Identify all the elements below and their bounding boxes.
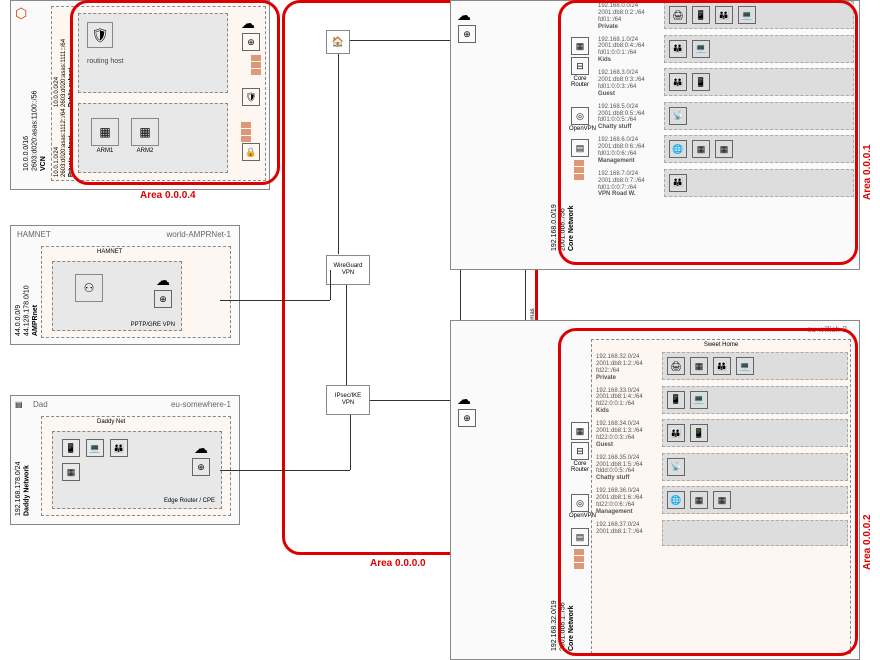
- area-2-label: Area 0.0.0.2: [862, 450, 873, 570]
- router-icon: ⊕: [458, 409, 476, 427]
- vcn-priv-ip: 10.0.1.0/242603:d020:asas:1112::/64: [54, 108, 67, 177]
- area-4-outline: [70, 0, 280, 185]
- dad-box: Daddy Net 📱 💻 👪 ▦ ☁ ⊕ Edge Router / CPE: [41, 416, 231, 516]
- area-1-label: Area 0.0.0.1: [862, 80, 873, 200]
- hamnet-inner: ⚇ ☁ ⊕ PPTP/GRE VPN: [52, 261, 182, 331]
- dad-inner: 📱 💻 👪 ▦ ☁ ⊕ Edge Router / CPE: [52, 431, 222, 509]
- cloud-icon: ☁: [457, 7, 477, 24]
- conn-line: [370, 400, 460, 401]
- vcn-side-label: 10.0.0.0/162603:d020:asas:1100::/56 VCN: [23, 31, 48, 171]
- hamnet-region-label: world-AMPRNet-1: [165, 228, 233, 241]
- laptop-icon: 💻: [86, 439, 104, 457]
- vcn-name: VCN: [40, 156, 47, 171]
- wireguard-box: WireGuardVPN: [326, 255, 370, 285]
- dad-vpn: ☁ ⊕: [191, 440, 211, 477]
- conn-line: [220, 300, 330, 301]
- hamnet-side: 44.0.0.0/944.128.178.0/10 AMPRnet: [15, 256, 40, 336]
- hamnet-vpn: ☁ ⊕: [153, 272, 173, 309]
- router-icon: ⊕: [154, 290, 172, 308]
- hamnet-vpn-label: PPTP/GRE VPN: [131, 322, 175, 328]
- dad-ip: 192.168.178.0/24: [15, 462, 22, 517]
- dad-edge-label: Edge Router / CPE: [164, 498, 215, 504]
- server-icon: ▤: [15, 400, 23, 409]
- dad-region-label: eu-somewhere-1: [169, 398, 233, 411]
- phone-icon: 📱: [62, 439, 80, 457]
- conn-line: [338, 54, 339, 254]
- dad-title: Dad: [31, 398, 50, 411]
- vcn-logo-icon: ⬡: [15, 5, 27, 22]
- people-icon: 👪: [110, 439, 128, 457]
- router-icon: ⊕: [458, 25, 476, 43]
- conn-line: [220, 470, 350, 471]
- dad-region: ▤ Dad eu-somewhere-1 192.168.178.0/24 Da…: [10, 395, 240, 525]
- vcn-pub-ip: 10.0.0.0/242603:d020:asas:1111::/64: [54, 39, 67, 107]
- area-0-label: Area 0.0.0.0: [370, 558, 426, 569]
- hamnet-ip: 44.0.0.0/944.128.178.0/10: [15, 285, 30, 336]
- area-2-outline: [558, 328, 858, 656]
- home1-gateway: ☁ ⊕: [457, 7, 477, 44]
- ipsec-box: IPsec/IKEVPN: [326, 385, 370, 415]
- hamnet-title: HAMNET: [15, 228, 53, 241]
- home-icon-1: 🏠: [326, 30, 350, 54]
- conn-line: [350, 415, 351, 470]
- dad-side: 192.168.178.0/24 Daddy Network: [15, 426, 32, 516]
- area-4-label: Area 0.0.0.4: [140, 190, 196, 201]
- hamnet-box: HAMNET ⚇ ☁ ⊕ PPTP/GRE VPN: [41, 246, 231, 338]
- ipsec-label: IPsec/IKEVPN: [335, 393, 361, 406]
- home2-gateway: ☁ ⊕: [457, 391, 477, 428]
- cloud-icon: ☁: [156, 272, 170, 288]
- network-icon: ⚇: [75, 274, 103, 302]
- cloud-icon: ☁: [194, 440, 208, 456]
- dad-net-label: Daddy Network: [23, 465, 30, 516]
- hamnet-subtitle: HAMNET: [97, 249, 122, 255]
- dad-subtitle: Daddy Net: [97, 419, 125, 425]
- hamnet-net-label: AMPRnet: [32, 305, 39, 336]
- vcn-ip: 10.0.0.0/162603:d020:asas:1100::/56: [23, 91, 38, 171]
- server-icon: ▦: [62, 463, 80, 481]
- wireguard-label: WireGuardVPN: [333, 263, 362, 276]
- cloud-icon: ☁: [457, 391, 477, 408]
- conn-line: [330, 270, 331, 300]
- area-1-outline: [558, 0, 858, 265]
- conn-line: [350, 40, 460, 41]
- conn-line: [346, 285, 347, 385]
- router-icon: ⊕: [192, 458, 210, 476]
- hamnet-region: HAMNET world-AMPRNet-1 44.0.0.0/944.128.…: [10, 225, 240, 345]
